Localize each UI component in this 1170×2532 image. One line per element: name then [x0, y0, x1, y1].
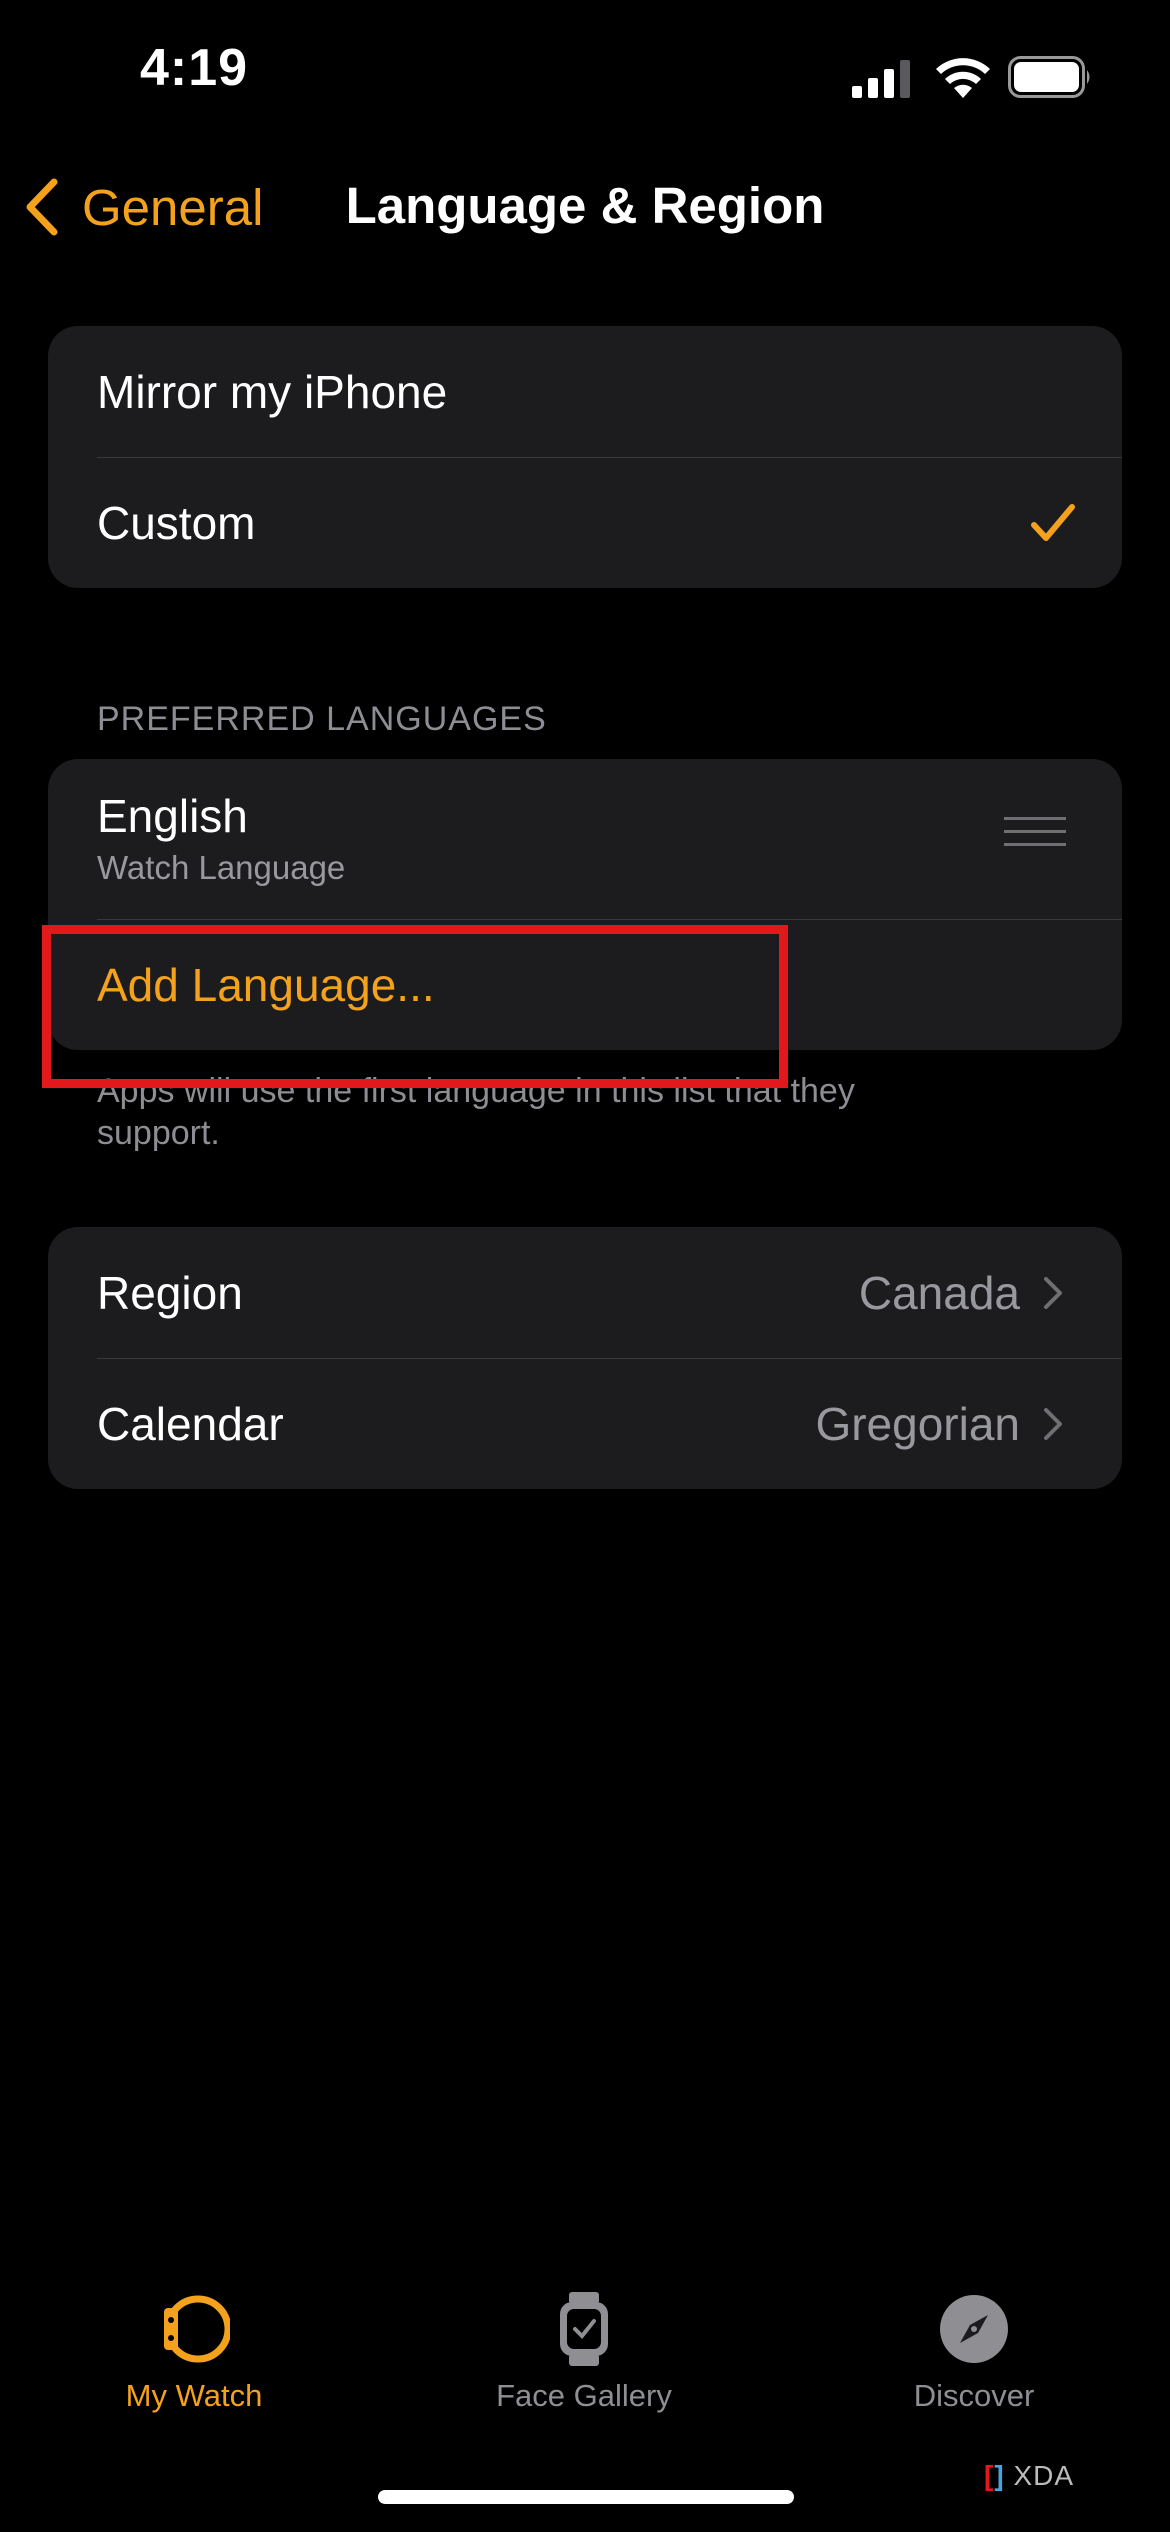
calendar-value: Gregorian [815, 1397, 1020, 1450]
tab-label: My Watch [125, 2378, 263, 2413]
language-item-english[interactable]: English Watch Language [48, 759, 1122, 919]
section-header-preferred-languages: PREFERRED LANGUAGES [97, 700, 547, 738]
reorder-handle-icon[interactable] [1004, 817, 1066, 847]
option-label: Mirror my iPhone [97, 365, 448, 418]
watch-face-icon [560, 2292, 608, 2366]
checkmark-icon [1031, 503, 1075, 541]
highlight-box [42, 925, 788, 1088]
compass-icon [940, 2295, 1008, 2363]
xda-watermark: [] XDA [984, 2460, 1075, 2491]
page-title: Language & Region [345, 177, 825, 234]
tab-discover[interactable]: Discover [844, 2290, 1104, 2414]
chevron-right-icon [1044, 1276, 1062, 1309]
language-subtitle: Watch Language [97, 849, 346, 886]
status-time: 4:19 [140, 39, 249, 97]
watch-icon [164, 2295, 230, 2363]
option-label: Custom [97, 496, 256, 549]
language-mode-card: Mirror my iPhone Custom [48, 326, 1122, 588]
tab-my-watch[interactable]: My Watch [64, 2290, 324, 2414]
option-custom[interactable]: Custom [48, 457, 1122, 588]
wifi-icon [936, 58, 990, 98]
calendar-row[interactable]: Calendar Gregorian [48, 1358, 1122, 1489]
chevron-right-icon [1044, 1407, 1062, 1440]
region-label: Region [97, 1266, 243, 1319]
cellular-signal-icon [852, 60, 910, 98]
tab-label: Face Gallery [496, 2378, 672, 2413]
tab-label: Discover [913, 2378, 1035, 2413]
battery-icon [1008, 56, 1090, 98]
calendar-label: Calendar [97, 1397, 284, 1450]
language-name: English [97, 790, 248, 842]
bracket-logo-icon: [ [984, 2460, 995, 2491]
tab-face-gallery[interactable]: Face Gallery [454, 2290, 714, 2414]
region-card: Region Canada Calendar Gregorian [48, 1227, 1122, 1489]
option-mirror-iphone[interactable]: Mirror my iPhone [48, 326, 1122, 457]
home-indicator[interactable] [378, 2490, 794, 2504]
watermark-text: XDA [1013, 2460, 1075, 2491]
region-value: Canada [858, 1266, 1020, 1319]
tab-bar: My Watch Face Gallery Discover [0, 2290, 1170, 2440]
region-row[interactable]: Region Canada [48, 1227, 1122, 1358]
